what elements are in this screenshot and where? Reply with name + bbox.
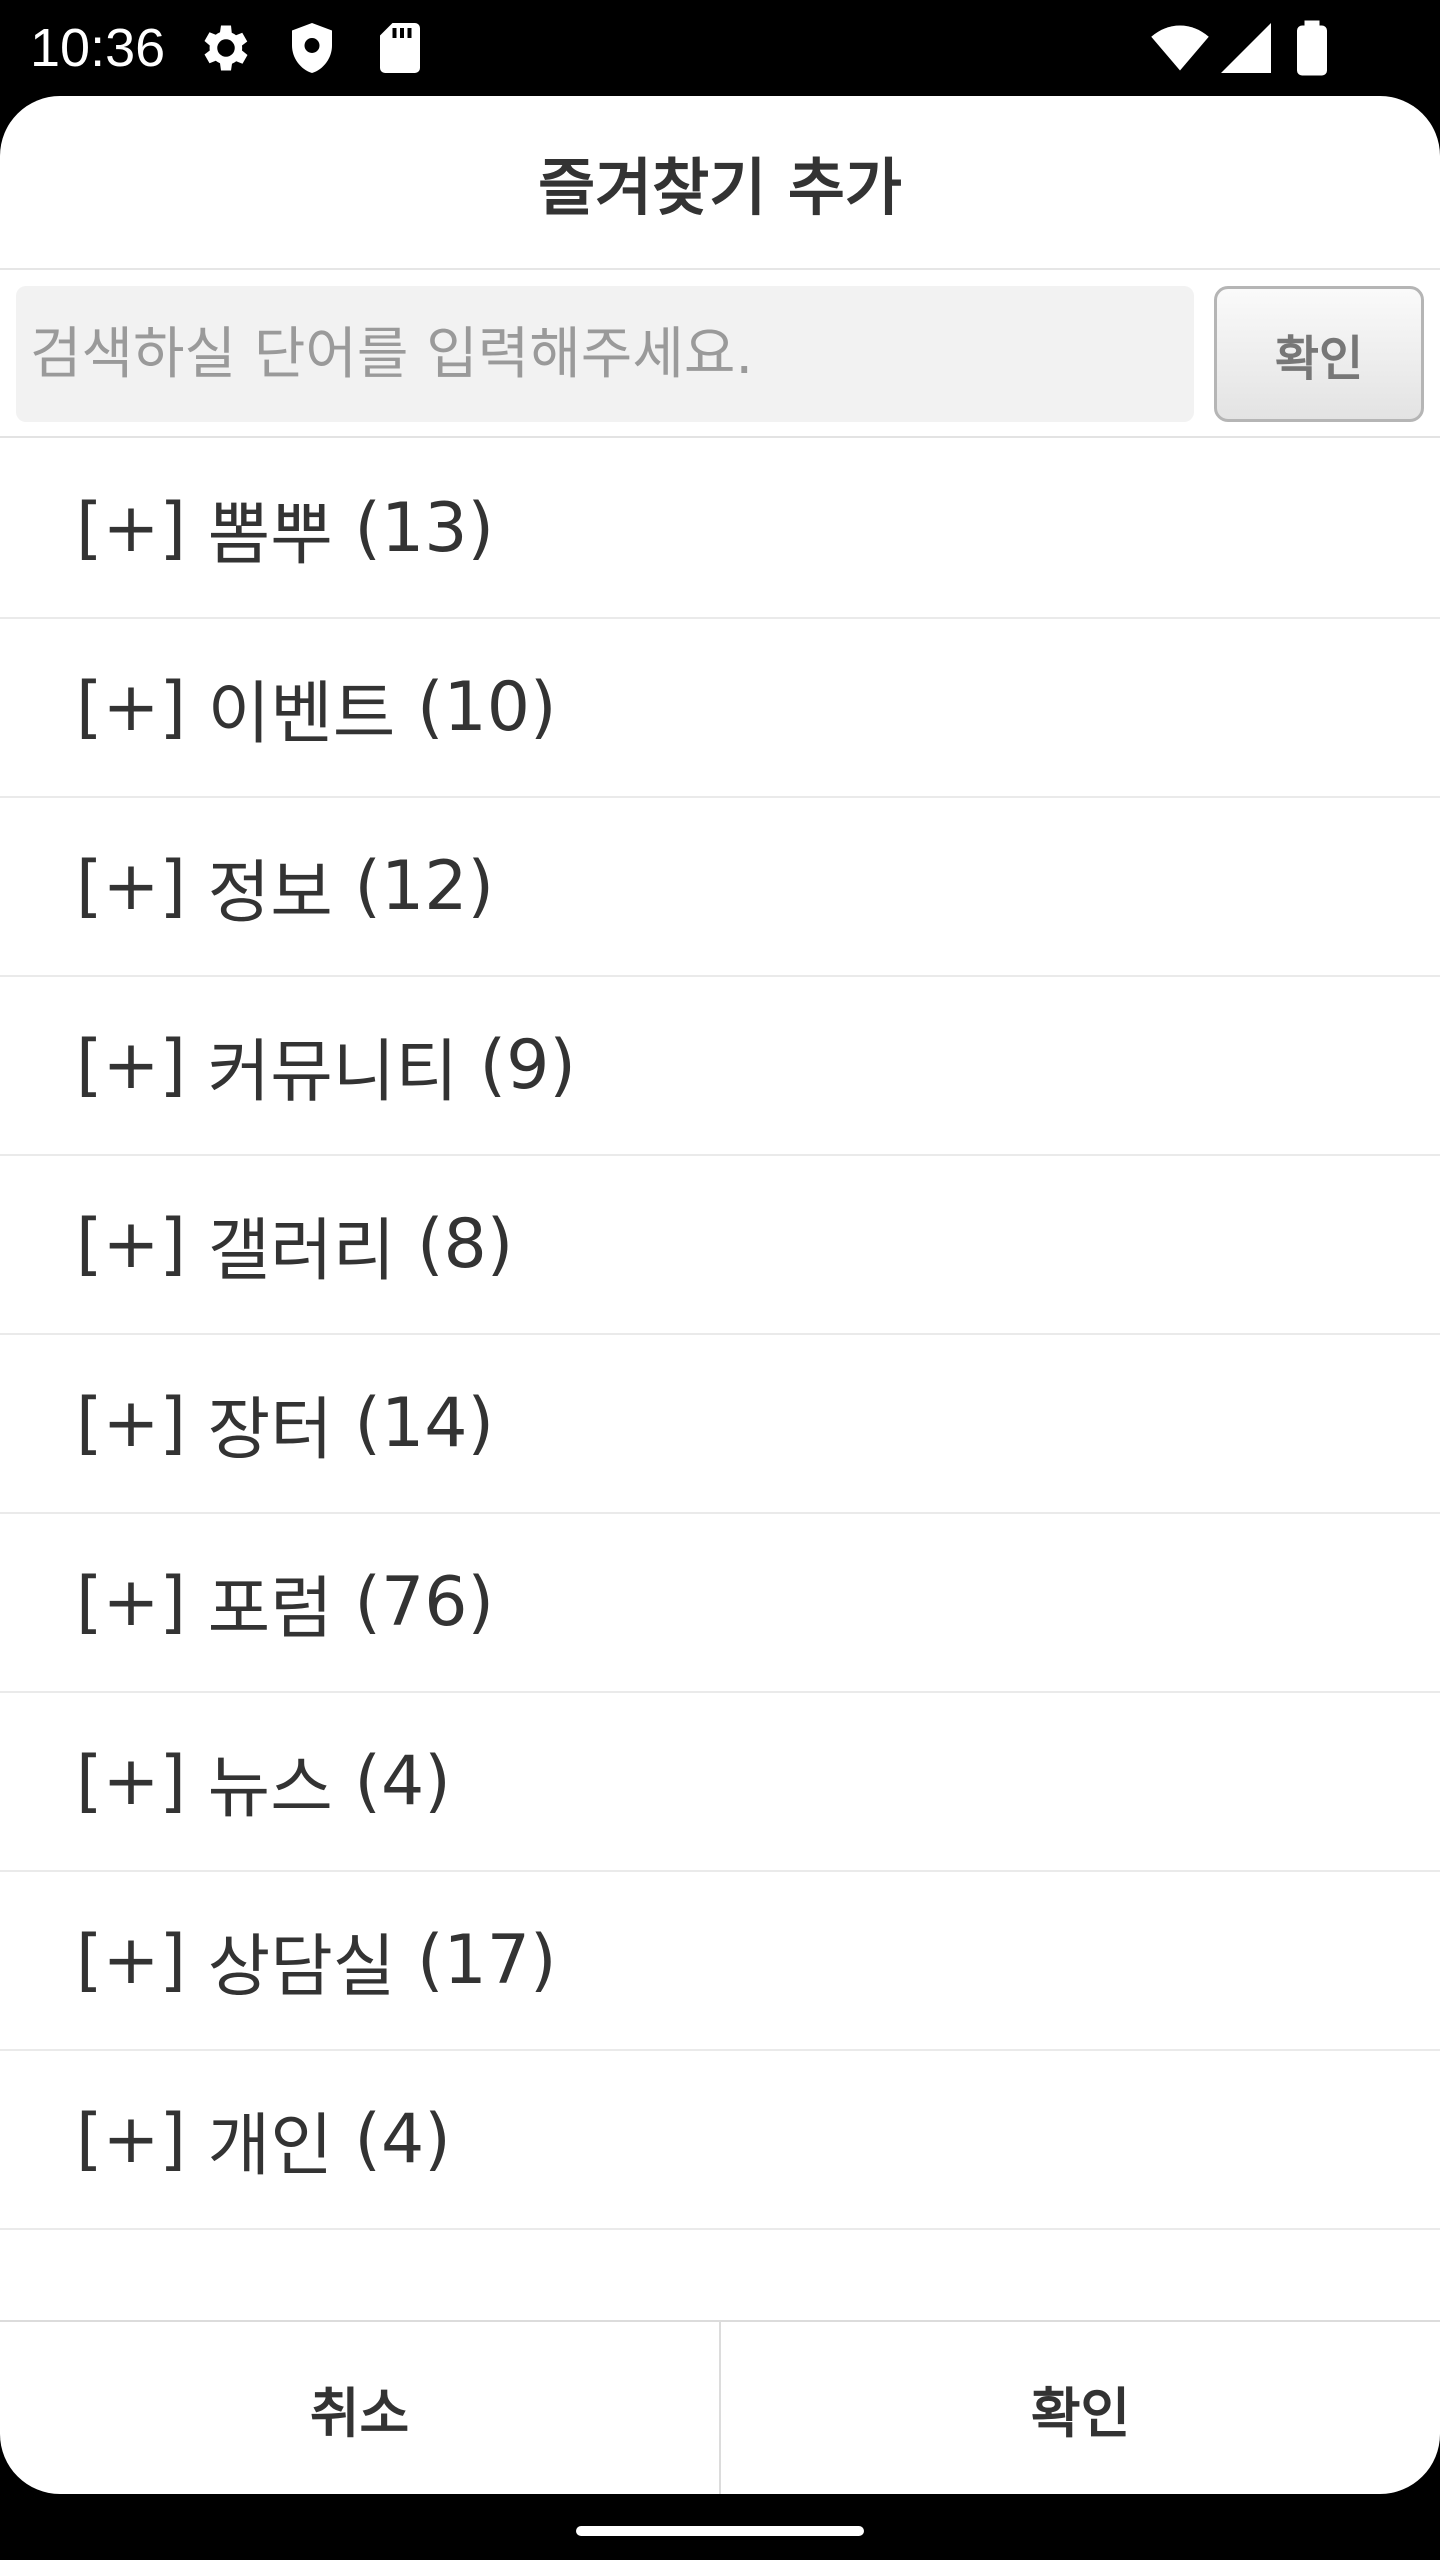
- board-name: 장터: [207, 1391, 333, 1470]
- add-favorite-dialog: 즐겨찾기 추가 확인 [+] 뽐뿌 (13)[+] 이벤트 (10)[+] 정보…: [0, 96, 1440, 2494]
- expand-marker: [+]: [76, 668, 187, 747]
- list-item[interactable]: [+] 갤러리 (8): [0, 1156, 1440, 1335]
- sd-card-icon: [370, 18, 430, 78]
- dialog-footer: 취소 확인: [0, 2320, 1440, 2494]
- expand-marker: [+]: [76, 1384, 187, 1463]
- list-item[interactable]: [+] 정보 (12): [0, 798, 1440, 977]
- dialog-title: 즐겨찾기 추가: [0, 96, 1440, 270]
- list-item[interactable]: [+] 이벤트 (10): [0, 619, 1440, 798]
- board-count: (10): [416, 668, 557, 747]
- list-item[interactable]: [+] 상담실 (17): [0, 1872, 1440, 2051]
- board-count: (13): [354, 489, 495, 568]
- board-count: (12): [354, 847, 495, 926]
- list-item[interactable]: [+] 커뮤니티 (9): [0, 977, 1440, 1156]
- search-input[interactable]: [16, 286, 1194, 422]
- expand-marker: [+]: [76, 1921, 187, 2000]
- search-row: 확인: [0, 272, 1440, 438]
- list-item[interactable]: [+] 개인 (4): [0, 2051, 1440, 2230]
- status-bar: 10:36: [0, 0, 1440, 96]
- search-confirm-button[interactable]: 확인: [1214, 286, 1424, 422]
- board-name: 갤러리: [207, 1212, 396, 1291]
- expand-marker: [+]: [76, 1026, 187, 1105]
- board-list: [+] 뽐뿌 (13) [+] 이벤트 (10) [+] 정보 (12) [+] 커뮤…: [0, 440, 1440, 2230]
- list-item[interactable]: [+] 포럼 (76): [0, 1514, 1440, 1693]
- board-name: 이벤트: [207, 675, 396, 754]
- expand-marker: [+]: [76, 2100, 187, 2179]
- list-item[interactable]: [+] 뽐뿌 (13): [0, 440, 1440, 619]
- board-count: (9): [479, 1026, 576, 1105]
- expand-marker: [+]: [76, 489, 187, 568]
- board-count: (4): [354, 2100, 451, 2179]
- expand-marker: [+]: [76, 1205, 187, 1284]
- board-count: (4): [354, 1742, 451, 1821]
- signal-icon: [1216, 18, 1276, 78]
- board-name: 상담실: [207, 1928, 396, 2007]
- board-name: 개인: [207, 2107, 333, 2186]
- board-count: (76): [354, 1563, 495, 1642]
- cancel-button[interactable]: 취소: [0, 2322, 721, 2494]
- expand-marker: [+]: [76, 1563, 187, 1642]
- expand-marker: [+]: [76, 847, 187, 926]
- battery-icon: [1282, 18, 1342, 78]
- board-name: 포럼: [207, 1570, 333, 1649]
- list-item[interactable]: [+] 뉴스 (4): [0, 1693, 1440, 1872]
- shield-icon: [282, 18, 342, 78]
- wifi-icon: [1150, 18, 1210, 78]
- board-name: 커뮤니티: [207, 1033, 458, 1112]
- navigation-handle[interactable]: [576, 2526, 864, 2536]
- expand-marker: [+]: [76, 1742, 187, 1821]
- board-name: 정보: [207, 854, 333, 933]
- gear-icon: [196, 18, 256, 78]
- board-count: (8): [416, 1205, 514, 1284]
- list-item[interactable]: [+] 장터 (14): [0, 1335, 1440, 1514]
- status-time: 10:36: [30, 18, 166, 78]
- confirm-button[interactable]: 확인: [721, 2322, 1440, 2494]
- board-name: 뽐뿌: [207, 496, 333, 575]
- board-count: (14): [354, 1384, 495, 1463]
- board-count: (17): [416, 1921, 557, 2000]
- board-name: 뉴스: [207, 1749, 333, 1828]
